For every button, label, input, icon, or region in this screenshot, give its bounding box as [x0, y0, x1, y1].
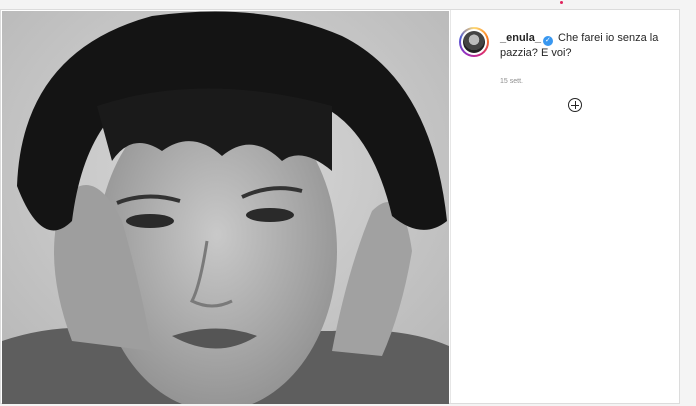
post-caption: _enula_ ✓ Che farei io senza la pazzia? E…: [500, 31, 670, 60]
avatar[interactable]: [459, 27, 489, 57]
plus-circle-icon[interactable]: [568, 98, 582, 112]
post-sidebar: _enula_ ✓ Che farei io senza la pazzia? E…: [450, 10, 679, 403]
post-modal: _enula_ ✓ Che farei io senza la pazzia? E…: [0, 9, 680, 404]
notification-dot: [560, 1, 563, 4]
top-strip: [0, 0, 696, 9]
post-timestamp[interactable]: 15 sett.: [500, 78, 523, 85]
username-link[interactable]: _enula_: [500, 32, 541, 44]
portrait-image: [2, 11, 449, 404]
verified-badge-icon: ✓: [542, 36, 553, 46]
post-photo[interactable]: [2, 11, 449, 404]
avatar-image: [463, 31, 485, 53]
